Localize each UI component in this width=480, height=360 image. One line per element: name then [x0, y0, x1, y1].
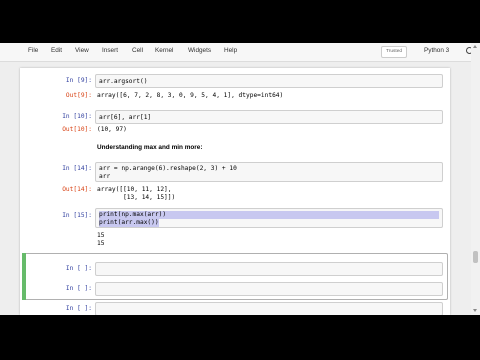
kernel-name[interactable]: Python 3: [424, 47, 449, 54]
output-text: [13, 14, 15]]): [97, 194, 176, 201]
code-line-selected: print(np.max(arr)): [99, 211, 439, 219]
output-text: array([[10, 11, 12],: [97, 186, 172, 193]
output-area: 15 15: [20, 232, 450, 250]
code-line: arr: [99, 173, 111, 180]
empty-code-cell[interactable]: In [ ]:: [20, 302, 450, 315]
code-input-area[interactable]: [95, 262, 443, 276]
output-area: Out[9]: array([6, 7, 2, 8, 3, 0, 9, 5, 4…: [20, 92, 450, 102]
menu-kernel[interactable]: Kernel: [155, 47, 173, 54]
code-cell[interactable]: In [14]: arr = np.arange(6).reshape(2, 3…: [20, 162, 450, 182]
menu-widgets[interactable]: Widgets: [188, 47, 211, 54]
menu-insert[interactable]: Insert: [102, 47, 118, 54]
menu-help[interactable]: Help: [224, 47, 237, 54]
output-text: 15: [97, 240, 105, 247]
code-line-selected: print(arr.max()): [99, 219, 159, 227]
output-prompt: Out[14]:: [62, 186, 92, 193]
code-input-area[interactable]: arr[6], arr[1]: [95, 110, 443, 124]
code-line: arr[6], arr[1]: [99, 114, 152, 121]
code-input-area[interactable]: arr = np.arange(6).reshape(2, 3) + 10 ar…: [95, 162, 443, 182]
input-prompt: In [15]:: [62, 212, 92, 219]
output-text: array([6, 7, 2, 8, 3, 0, 9, 5, 4, 1], dt…: [97, 92, 284, 99]
scroll-down-arrow-icon[interactable]: [473, 309, 477, 312]
input-prompt: In [14]:: [62, 165, 92, 172]
output-prompt: Out[10]:: [62, 126, 92, 133]
output-area: Out[10]: (10, 97): [20, 126, 450, 136]
menu-edit[interactable]: Edit: [51, 47, 62, 54]
output-text: (10, 97): [97, 126, 127, 133]
empty-code-cell[interactable]: In [ ]:: [20, 262, 450, 276]
code-line: arr.argsort(): [99, 78, 148, 85]
code-cell[interactable]: In [10]: arr[6], arr[1]: [20, 110, 450, 124]
output-prompt: Out[9]:: [65, 92, 92, 99]
markdown-cell[interactable]: Understanding max and min more:: [20, 142, 450, 154]
input-prompt: In [ ]:: [65, 265, 92, 272]
code-line: arr = np.arange(6).reshape(2, 3) + 10: [99, 165, 237, 172]
output-area: Out[14]: array([[10, 11, 12], [13, 14, 1…: [20, 186, 450, 204]
vertical-scrollbar[interactable]: [471, 43, 480, 315]
code-input-area[interactable]: [95, 302, 443, 315]
menu-cell[interactable]: Cell: [132, 47, 143, 54]
code-input-area[interactable]: arr.argsort(): [95, 74, 443, 88]
trusted-badge[interactable]: Trusted: [381, 46, 408, 58]
notebook-container: In [9]: arr.argsort() Out[9]: array([6, …: [20, 68, 450, 315]
input-prompt: In [ ]:: [65, 285, 92, 292]
code-input-area[interactable]: [95, 282, 443, 296]
code-cell-selected[interactable]: In [15]: print(np.max(arr)) print(arr.ma…: [20, 208, 450, 228]
scrollbar-thumb[interactable]: [473, 251, 478, 263]
menu-view[interactable]: View: [75, 47, 89, 54]
menu-file[interactable]: File: [28, 47, 38, 54]
input-prompt: In [9]:: [65, 77, 92, 84]
code-input-area[interactable]: print(np.max(arr)) print(arr.max()): [95, 208, 443, 228]
input-prompt: In [ ]:: [65, 305, 92, 312]
menu-bar: File Edit View Insert Cell Kernel Widget…: [0, 43, 480, 62]
notebook-viewport: File Edit View Insert Cell Kernel Widget…: [0, 43, 480, 315]
input-prompt: In [10]:: [62, 113, 92, 120]
code-cell[interactable]: In [9]: arr.argsort(): [20, 74, 450, 88]
output-text: 15: [97, 232, 105, 239]
empty-code-cell[interactable]: In [ ]:: [20, 282, 450, 296]
markdown-heading: Understanding max and min more:: [97, 144, 203, 151]
scroll-up-arrow-icon[interactable]: [473, 45, 477, 48]
